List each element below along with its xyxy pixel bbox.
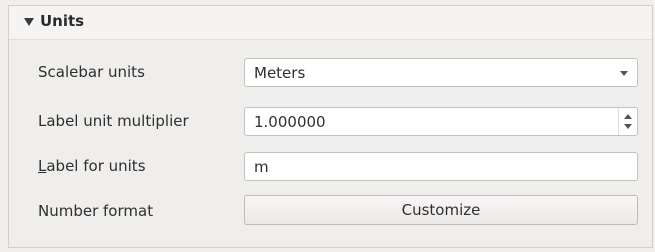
units-group-panel: Units Scalebar units Meters Label unit m… bbox=[8, 5, 653, 248]
label-unit-multiplier-label: Label unit multiplier bbox=[38, 112, 189, 130]
spin-up-icon[interactable] bbox=[624, 114, 632, 119]
section-title: Units bbox=[40, 12, 85, 30]
label-unit-multiplier-value: 1.000000 bbox=[254, 113, 326, 131]
label-for-units-value: m bbox=[254, 158, 269, 176]
label-for-units-label-rest: abel for units bbox=[46, 157, 146, 175]
customize-button[interactable]: Customize bbox=[244, 195, 638, 225]
scalebar-units-value: Meters bbox=[254, 64, 306, 82]
chevron-down-icon bbox=[620, 71, 628, 76]
scalebar-units-dropdown[interactable]: Meters bbox=[244, 58, 638, 87]
spin-down-icon[interactable] bbox=[624, 124, 632, 129]
units-group-header[interactable]: Units bbox=[9, 6, 652, 40]
number-format-label: Number format bbox=[38, 202, 154, 220]
spin-buttons bbox=[618, 108, 637, 135]
collapse-triangle-icon[interactable] bbox=[24, 18, 34, 26]
scalebar-units-label: Scalebar units bbox=[38, 63, 145, 81]
label-for-units-label: Label for units bbox=[38, 157, 146, 175]
label-for-units-input[interactable]: m bbox=[244, 152, 638, 181]
label-unit-multiplier-spinbox[interactable]: 1.000000 bbox=[244, 107, 638, 136]
